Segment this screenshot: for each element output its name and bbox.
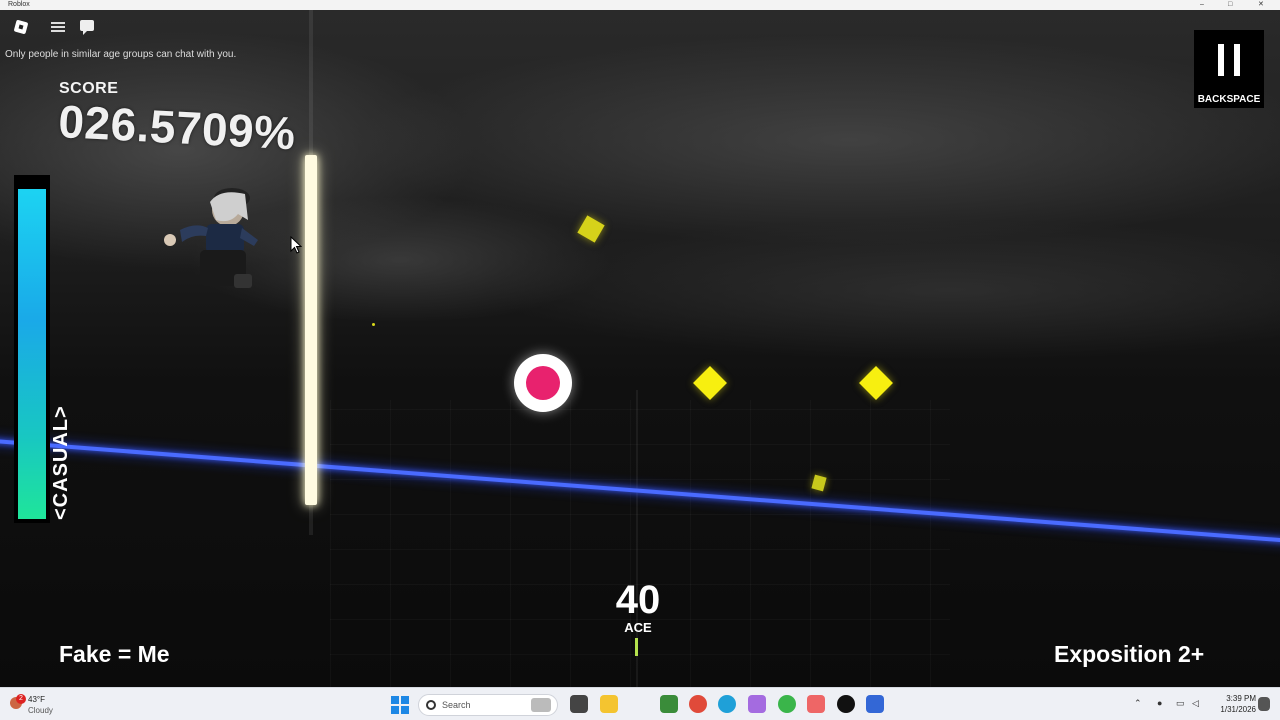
snipping-tool-icon[interactable] [807, 695, 825, 713]
chrome-icon[interactable] [689, 695, 707, 713]
windows-start-icon[interactable] [391, 696, 409, 714]
close-button[interactable]: ✕ [1258, 0, 1264, 10]
file-explorer-icon[interactable] [600, 695, 618, 713]
task-view-icon[interactable] [570, 695, 588, 713]
search-highlight-icon [531, 698, 551, 712]
roblox-logo-icon[interactable] [12, 18, 30, 36]
menu-icon[interactable] [49, 18, 67, 36]
health-bar [14, 175, 50, 523]
timing-indicator [635, 638, 638, 656]
pause-button[interactable]: BACKSPACE [1194, 30, 1264, 108]
copilot-icon[interactable] [748, 695, 766, 713]
chat-notice: Only people in similar age groups can ch… [5, 49, 237, 60]
pause-icon [1234, 44, 1240, 76]
clock-time: 3:39 PM [1226, 694, 1256, 703]
system-clock[interactable]: 3:39 PM 1/31/2026 [1210, 693, 1256, 715]
notification-icon[interactable] [1258, 697, 1270, 711]
search-placeholder: Search [442, 700, 471, 710]
window-titlebar: Roblox – □ ✕ [0, 0, 1280, 10]
search-icon [426, 700, 436, 710]
roblox-icon[interactable] [866, 695, 884, 713]
hit-rating: ACE [624, 620, 652, 635]
song-title: Fake = Me [59, 641, 170, 667]
chat-icon[interactable] [78, 18, 96, 36]
combo-count: 40 [615, 578, 661, 622]
paint-icon[interactable] [778, 695, 796, 713]
maximize-button[interactable]: □ [1228, 0, 1232, 10]
weather-condition: Cloudy [28, 706, 53, 715]
tap-note-circle [514, 354, 572, 412]
weather-widget[interactable]: 2 43°F Cloudy [10, 692, 70, 718]
window-title: Roblox [8, 1, 30, 8]
minecraft-icon[interactable] [660, 695, 678, 713]
song-difficulty: Exposition 2+ [1054, 641, 1205, 667]
volume-icon[interactable]: ◁ [1192, 698, 1199, 709]
wifi-icon[interactable]: ▭ [1176, 698, 1185, 709]
clock-date: 1/31/2026 [1220, 705, 1256, 714]
microphone-icon[interactable]: ● [1157, 698, 1162, 708]
player-avatar [164, 188, 258, 288]
tiktok-icon[interactable] [837, 695, 855, 713]
weather-temp: 43°F [28, 695, 45, 704]
minimize-button[interactable]: – [1200, 0, 1204, 10]
edge-icon[interactable] [718, 695, 736, 713]
pause-key-label: BACKSPACE [1197, 94, 1261, 105]
spark-particle [372, 323, 375, 326]
difficulty-label: <CASUAL> [50, 405, 72, 520]
taskbar-search[interactable]: Search [418, 694, 558, 716]
chevron-up-icon[interactable]: ⌃ [1134, 698, 1142, 709]
health-fill [18, 189, 46, 519]
notification-badge: 2 [16, 694, 26, 704]
pause-icon [1218, 44, 1224, 76]
windows-taskbar: 2 43°F Cloudy Search ⌃ ● ▭ ◁ 3:39 PM 1/3… [0, 687, 1280, 720]
floor-grid [330, 400, 950, 687]
mouse-cursor-icon [290, 236, 302, 254]
hit-bar [305, 155, 317, 505]
